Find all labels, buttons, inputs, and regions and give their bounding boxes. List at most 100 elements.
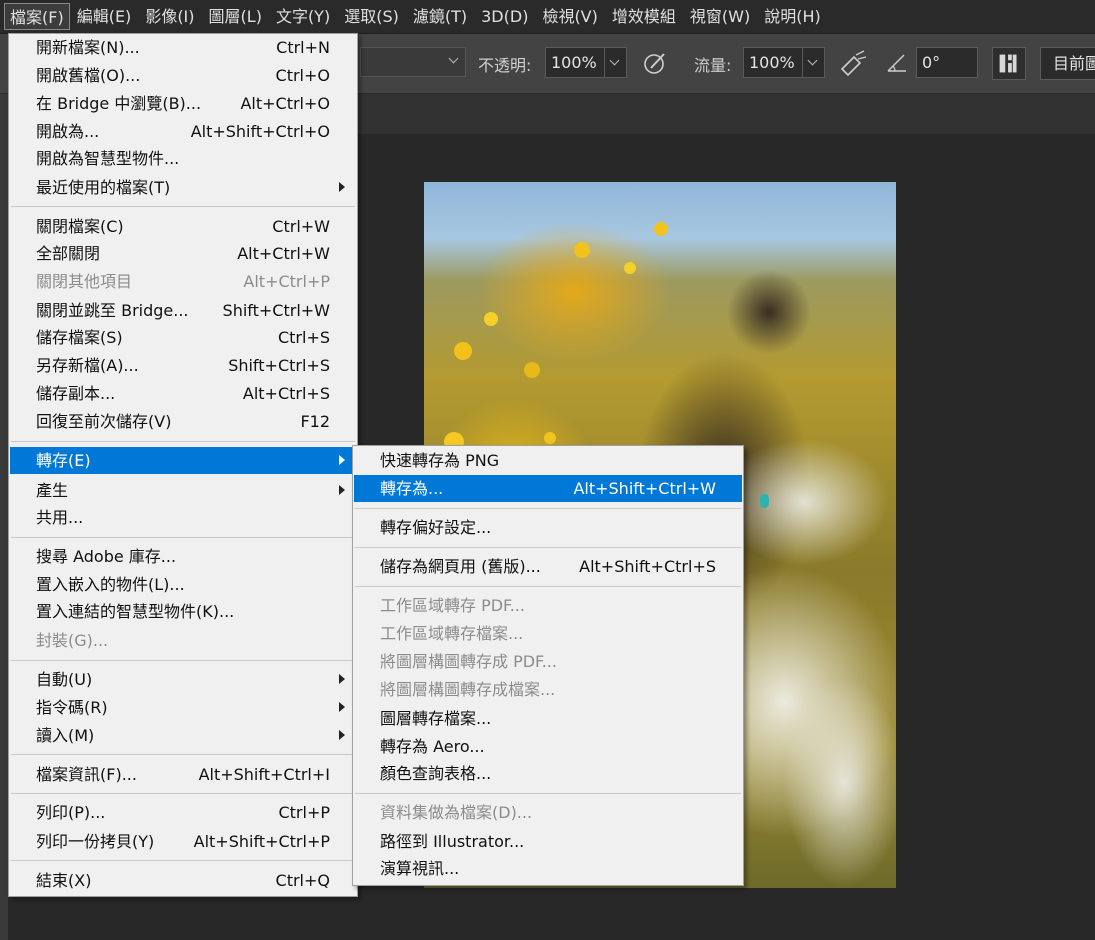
- export-menu-item-label: 工作區域轉存檔案...: [380, 624, 524, 643]
- file-menu-item-shortcut: Ctrl+P: [278, 803, 330, 822]
- menu-image[interactable]: 影像(I): [138, 3, 201, 30]
- file-menu-item-label: 轉存(E): [36, 451, 91, 470]
- file-menu-item-22[interactable]: 指令碼(R): [10, 694, 356, 721]
- file-menu-item-5[interactable]: 最近使用的檔案(T): [10, 174, 356, 201]
- file-menu-item-25[interactable]: 列印(P)... Ctrl+P: [10, 799, 356, 826]
- submenu-arrow-icon: [339, 730, 345, 740]
- file-menu-item-label: 列印一份拷貝(Y): [36, 832, 155, 851]
- file-menu-item-2[interactable]: 在 Bridge 中瀏覽(B)... Alt+Ctrl+O: [10, 90, 356, 117]
- photo-flower: [654, 222, 668, 236]
- file-menu-item-shortcut: Ctrl+N: [276, 38, 330, 57]
- menu-plugins[interactable]: 增效模組: [605, 3, 683, 30]
- file-menu-item-19[interactable]: 置入連結的智慧型物件(K)...: [10, 598, 356, 625]
- file-menu-item-4[interactable]: 開啟為智慧型物件...: [10, 145, 356, 172]
- export-menu-item-label: 將圖層構圖轉存成 PDF...: [380, 652, 557, 671]
- chevron-down-icon: [448, 53, 459, 64]
- file-menu-item-label: 另存新檔(A)...: [36, 356, 139, 375]
- flow-input[interactable]: 100%: [743, 47, 803, 78]
- file-menu-item-label: 全部關閉: [36, 244, 101, 263]
- menu-filter[interactable]: 濾鏡(T): [406, 3, 474, 30]
- file-menu-item-3[interactable]: 開啟為... Alt+Shift+Ctrl+O: [10, 118, 356, 145]
- file-menu-item-27[interactable]: 結束(X) Ctrl+Q: [10, 867, 356, 894]
- export-menu-item-1[interactable]: 轉存為... Alt+Shift+Ctrl+W: [354, 475, 742, 502]
- file-menu: 開新檔案(N)... Ctrl+N 開啟舊檔(O)... Ctrl+O 在 Bridge…: [8, 33, 358, 897]
- menu-layer[interactable]: 圖層(L): [202, 3, 269, 30]
- submenu-arrow-icon: [339, 674, 345, 684]
- menu-separator: [11, 860, 355, 861]
- file-menu-item-12[interactable]: 儲存副本... Alt+Ctrl+S: [10, 380, 356, 407]
- photo-flower: [574, 242, 590, 258]
- opacity-dropdown-button[interactable]: [605, 47, 627, 78]
- file-menu-item-16[interactable]: 共用...: [10, 504, 356, 531]
- menu-separator: [11, 793, 355, 794]
- export-menu-item-label: 儲存為網頁用 (舊版)...: [380, 557, 541, 576]
- export-menu-item-0[interactable]: 快速轉存為 PNG: [354, 447, 742, 474]
- menu-file[interactable]: 檔案(F): [4, 3, 70, 30]
- export-menu-item-5: 工作區域轉存檔案...: [354, 620, 742, 647]
- file-menu-item-14[interactable]: 轉存(E): [10, 447, 356, 474]
- menu-select[interactable]: 選取(S): [337, 3, 406, 30]
- flow-dropdown-button[interactable]: [803, 47, 825, 78]
- file-menu-item-11[interactable]: 另存新檔(A)... Shift+Ctrl+S: [10, 352, 356, 379]
- file-menu-item-shortcut: Alt+Ctrl+P: [243, 272, 330, 291]
- mode-dropdown[interactable]: [360, 47, 466, 77]
- menu-3d[interactable]: 3D(D): [474, 3, 535, 30]
- export-menu-item-13[interactable]: 演算視訊...: [354, 855, 742, 882]
- submenu-arrow-icon: [339, 485, 345, 495]
- file-menu-item-label: 開新檔案(N)...: [36, 38, 140, 57]
- export-menu-item-label: 快速轉存為 PNG: [380, 451, 500, 470]
- sample-dropdown[interactable]: 目前圖: [1040, 47, 1095, 80]
- file-menu-item-9[interactable]: 關閉並跳至 Bridge... Shift+Ctrl+W: [10, 297, 356, 324]
- file-menu-item-10[interactable]: 儲存檔案(S) Ctrl+S: [10, 324, 356, 351]
- photo-flower: [544, 432, 556, 444]
- menu-help[interactable]: 說明(H): [757, 3, 828, 30]
- file-menu-item-26[interactable]: 列印一份拷貝(Y) Alt+Shift+Ctrl+P: [10, 828, 356, 855]
- export-menu-item-2[interactable]: 轉存偏好設定...: [354, 514, 742, 541]
- file-menu-item-1[interactable]: 開啟舊檔(O)... Ctrl+O: [10, 62, 356, 89]
- file-menu-item-21[interactable]: 自動(U): [10, 666, 356, 693]
- export-menu-item-label: 演算視訊...: [380, 859, 460, 878]
- file-menu-item-label: 列印(P)...: [36, 803, 106, 822]
- file-menu-item-18[interactable]: 置入嵌入的物件(L)...: [10, 571, 356, 598]
- menu-edit[interactable]: 編輯(E): [70, 3, 139, 30]
- export-menu-item-8[interactable]: 圖層轉存檔案...: [354, 705, 742, 732]
- submenu-arrow-icon: [339, 182, 345, 192]
- pressure-opacity-icon[interactable]: [640, 49, 670, 77]
- export-menu-item-3[interactable]: 儲存為網頁用 (舊版)... Alt+Shift+Ctrl+S: [354, 553, 742, 580]
- file-menu-item-label: 置入嵌入的物件(L)...: [36, 575, 185, 594]
- tools-panel: [0, 94, 8, 940]
- menu-window[interactable]: 視窗(W): [683, 3, 757, 30]
- symmetry-button[interactable]: [992, 47, 1026, 80]
- symmetry-icon: [999, 54, 1017, 73]
- export-menu-item-12[interactable]: 路徑到 Illustrator...: [354, 828, 742, 855]
- menu-separator: [11, 537, 355, 538]
- file-menu-item-23[interactable]: 讀入(M): [10, 722, 356, 749]
- angle-input[interactable]: 0°: [916, 47, 978, 78]
- file-menu-item-shortcut: Alt+Shift+Ctrl+P: [193, 832, 330, 851]
- file-menu-item-6[interactable]: 關閉檔案(C) Ctrl+W: [10, 213, 356, 240]
- opacity-input[interactable]: 100%: [545, 47, 605, 78]
- submenu-arrow-icon: [339, 702, 345, 712]
- file-menu-item-7[interactable]: 全部關閉 Alt+Ctrl+W: [10, 240, 356, 267]
- file-menu-item-label: 關閉檔案(C): [36, 217, 124, 236]
- file-menu-item-shortcut: Alt+Ctrl+S: [242, 384, 330, 403]
- file-menu-item-label: 共用...: [36, 508, 84, 527]
- file-menu-item-0[interactable]: 開新檔案(N)... Ctrl+N: [10, 34, 356, 61]
- file-menu-item-13[interactable]: 回復至前次儲存(V) F12: [10, 408, 356, 435]
- file-menu-item-label: 關閉其他項目: [36, 272, 133, 291]
- file-menu-item-15[interactable]: 產生: [10, 477, 356, 504]
- file-menu-item-label: 回復至前次儲存(V): [36, 412, 172, 431]
- airbrush-icon[interactable]: [838, 49, 868, 77]
- menu-separator: [11, 441, 355, 442]
- menu-separator: [11, 206, 355, 207]
- export-menu-item-label: 工作區域轉存 PDF...: [380, 596, 525, 615]
- export-menu-item-9[interactable]: 轉存為 Aero...: [354, 733, 742, 760]
- menu-type[interactable]: 文字(Y): [269, 3, 337, 30]
- menu-view[interactable]: 檢視(V): [535, 3, 604, 30]
- menu-separator: [11, 660, 355, 661]
- file-menu-item-8: 關閉其他項目 Alt+Ctrl+P: [10, 268, 356, 295]
- file-menu-item-17[interactable]: 搜尋 Adobe 庫存...: [10, 543, 356, 570]
- export-menu-item-label: 轉存偏好設定...: [380, 518, 492, 537]
- file-menu-item-24[interactable]: 檔案資訊(F)... Alt+Shift+Ctrl+I: [10, 761, 356, 788]
- export-menu-item-10[interactable]: 顏色查詢表格...: [354, 760, 742, 787]
